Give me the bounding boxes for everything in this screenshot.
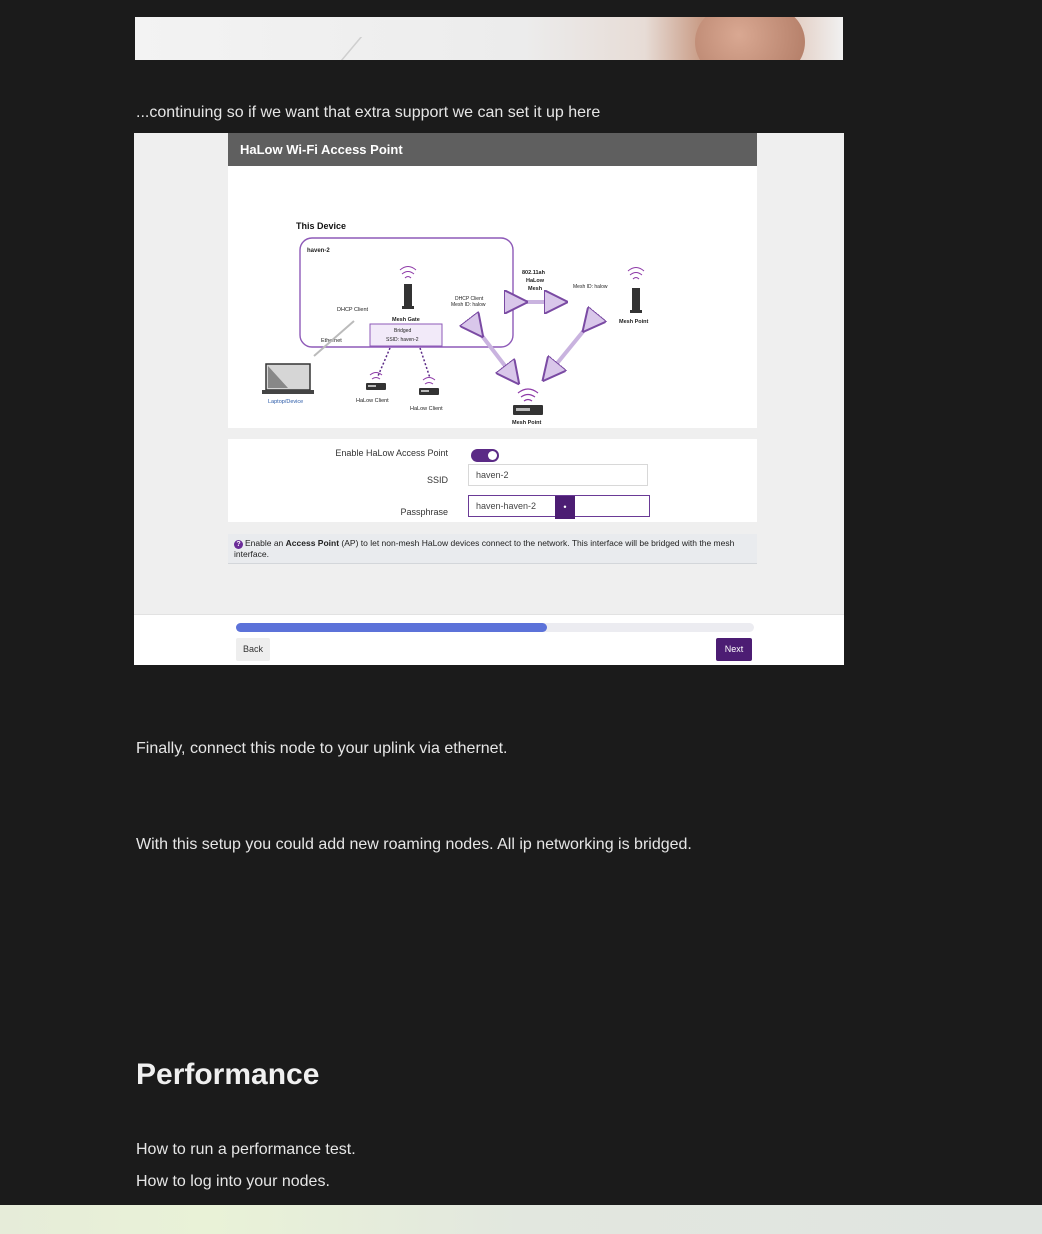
progress-fill bbox=[236, 623, 547, 632]
bridged-label: Bridged bbox=[394, 328, 411, 334]
device-name-label: haven-2 bbox=[307, 248, 330, 254]
halow-client-1-icon bbox=[366, 372, 386, 390]
ap-settings-form: Enable HaLow Access Point SSID haven-2 P… bbox=[228, 439, 757, 522]
help-icon: ? bbox=[234, 540, 243, 549]
bottom-banner bbox=[0, 1205, 1042, 1234]
mesh-label-2: HaLow bbox=[526, 278, 545, 284]
client-link-2 bbox=[419, 347, 431, 379]
halow-client-1-label: HaLow Client bbox=[356, 398, 389, 404]
mesh-gate-icon bbox=[399, 266, 417, 309]
mesh-point-bottom-label: Mesh Point bbox=[512, 420, 542, 426]
top-photo bbox=[135, 17, 843, 60]
ssid-label: SSID bbox=[426, 475, 448, 485]
this-device-label: This Device bbox=[296, 221, 346, 231]
toggle-knob bbox=[488, 451, 497, 460]
performance-heading: Performance bbox=[136, 1058, 320, 1091]
next-button[interactable]: Next bbox=[716, 638, 752, 661]
mesh-point-right-label: Mesh Point bbox=[619, 319, 649, 325]
laptop-label: Laptop/Device bbox=[268, 399, 303, 405]
mesh-point-bottom-icon bbox=[513, 388, 543, 415]
photo-streak bbox=[309, 37, 453, 60]
enable-ap-label: Enable HaLow Access Point bbox=[335, 448, 448, 458]
ap-header-title: HaLow Wi-Fi Access Point bbox=[228, 133, 757, 166]
wizard-footer: Back Next bbox=[134, 614, 844, 665]
network-diagram: This Device haven-2 Mesh Gate DHCP Clien… bbox=[228, 166, 757, 428]
ap-info-box: ? Enable an Access Point (AP) to let non-… bbox=[228, 534, 757, 564]
caption-continuing: ...continuing so if we want that extra s… bbox=[136, 104, 601, 121]
bridged-ssid-label: SSID: haven-2 bbox=[386, 337, 419, 343]
network-diagram-svg: This Device haven-2 Mesh Gate DHCP Clien… bbox=[262, 221, 649, 426]
mesh-label-3: Mesh bbox=[528, 286, 543, 292]
dhcp-client-left-label: DHCP Client bbox=[337, 307, 369, 313]
mesh-id-right-label: Mesh ID: halow bbox=[573, 284, 608, 290]
photo-finger bbox=[695, 17, 805, 60]
ethernet-cable bbox=[313, 320, 355, 357]
show-passphrase-button[interactable]: • bbox=[555, 496, 575, 519]
mesh-point-right-icon bbox=[627, 267, 645, 313]
mesh-gate-label: Mesh Gate bbox=[392, 317, 420, 323]
progress-track bbox=[236, 623, 754, 632]
mesh-label-1: 802.11ah bbox=[522, 270, 546, 276]
caption-finally: Finally, connect this node to your uplin… bbox=[136, 740, 508, 757]
dhcp-mesh-id-label: Mesh ID: halow bbox=[451, 302, 486, 308]
halow-client-2-label: HaLow Client bbox=[410, 406, 443, 412]
back-button[interactable]: Back bbox=[236, 638, 270, 661]
info-text-pre: Enable an bbox=[245, 538, 286, 548]
client-link-1 bbox=[377, 347, 391, 377]
mesh-arrow-left-diagonal bbox=[476, 328, 512, 375]
ssid-input[interactable]: haven-2 bbox=[468, 464, 648, 486]
halow-client-2-icon bbox=[419, 377, 439, 395]
info-text-bold: Access Point bbox=[285, 538, 340, 548]
halow-ap-screenshot: HaLow Wi-Fi Access Point This Device hav… bbox=[134, 133, 844, 665]
laptop-icon bbox=[262, 363, 314, 394]
performance-line-2: How to log into your nodes. bbox=[136, 1173, 330, 1190]
mesh-arrow-right-diagonal bbox=[550, 323, 590, 372]
passphrase-label: Passphrase bbox=[400, 507, 448, 517]
caption-roaming: With this setup you could add new roamin… bbox=[136, 836, 692, 853]
performance-line-1: How to run a performance test. bbox=[136, 1141, 356, 1158]
enable-ap-toggle[interactable] bbox=[471, 449, 499, 462]
